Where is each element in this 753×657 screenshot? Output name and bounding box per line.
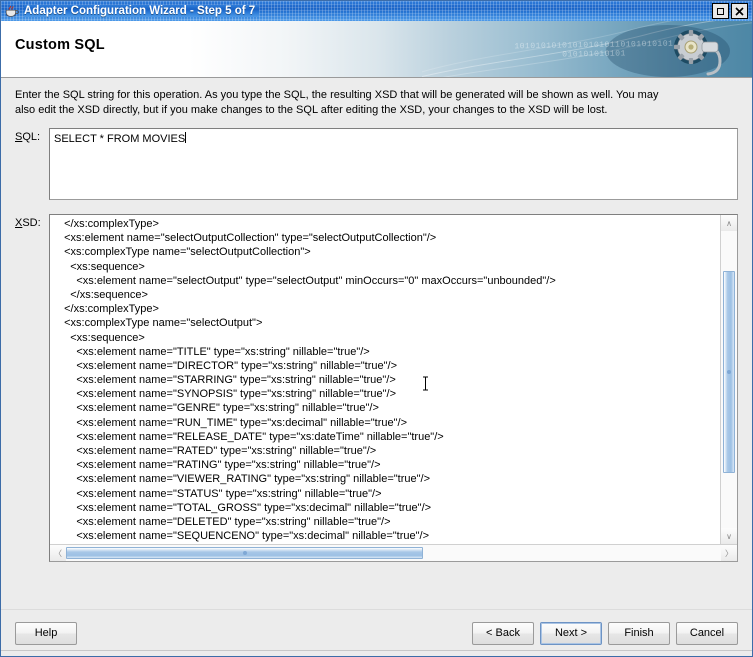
help-button-label: Help [34, 627, 58, 639]
sql-field-row: SQL: SELECT * FROM MOVIES [1, 128, 752, 200]
banner-binary-line-2: 010101010101 [562, 49, 626, 60]
cancel-button[interactable]: Cancel [676, 621, 738, 645]
xsd-label-rest: SD: [22, 217, 41, 229]
xsd-line: <xs:element name="selectOutput" type="se… [58, 274, 556, 287]
next-button[interactable]: Next > [540, 621, 602, 645]
xsd-line: <xs:element name="RATING" type="xs:strin… [58, 459, 381, 472]
sql-input[interactable]: SELECT * FROM MOVIES [49, 128, 738, 200]
xsd-editor-panel: </xs:complexType> <xs:element name="sele… [49, 214, 738, 562]
help-button[interactable]: Help [15, 621, 77, 645]
xsd-line: <xs:element name="RATED" type="xs:string… [58, 445, 377, 457]
xsd-line: <xs:element name="selectOutputCollection… [58, 232, 437, 245]
xsd-label: XSD: [15, 214, 49, 229]
xsd-line: <xs:element name="STARRING" type="xs:str… [58, 374, 396, 387]
xsd-line: <xs:element name="VIEWER_RATING" type="x… [58, 473, 431, 486]
xsd-textarea[interactable]: </xs:complexType> <xs:element name="sele… [50, 215, 720, 544]
title-bar[interactable]: Adapter Configuration Wizard - Step 5 of… [1, 1, 752, 21]
wizard-button-bar: Help < Back Next > Finish Cancel [1, 609, 752, 656]
vertical-scroll-track[interactable] [721, 231, 737, 528]
scroll-up-button[interactable]: ∧ [721, 215, 737, 231]
xsd-line: <xs:complexType name="selectOutputCollec… [58, 246, 311, 259]
xsd-line: <xs:sequence> [58, 260, 145, 273]
xsd-line: <xs:element name="TOTAL_GROSS" type="xs:… [58, 501, 432, 514]
horizontal-scroll-track[interactable] [66, 545, 721, 561]
xsd-horizontal-scrollbar[interactable]: 〈 〉 [50, 544, 737, 561]
cancel-button-label: Cancel [689, 627, 725, 639]
xsd-line: </xs:complexType> [58, 303, 159, 316]
close-window-button[interactable] [731, 3, 748, 19]
wizard-content: Enter the SQL string for this operation.… [1, 78, 752, 609]
xsd-line: <xs:element name="SEQUENCENO" type="xs:d… [58, 530, 430, 543]
xsd-line: <xs:element name="TITLE" type="xs:string… [58, 345, 370, 358]
window-controls [712, 3, 750, 19]
next-button-label: Next > [554, 627, 588, 639]
xsd-editor-main: </xs:complexType> <xs:element name="sele… [50, 215, 737, 544]
window-title: Adapter Configuration Wizard - Step 5 of… [24, 5, 260, 17]
vertical-scroll-thumb[interactable] [723, 271, 735, 473]
instructions-line-2: also edit the XSD directly, but if you m… [15, 104, 608, 116]
restore-window-button[interactable] [712, 3, 729, 19]
scroll-down-button[interactable]: ∨ [721, 528, 737, 544]
xsd-line: <xs:sequence> [58, 331, 145, 344]
wizard-banner: 101010101010101010110101010101 010101010… [1, 21, 752, 78]
status-bar [1, 650, 752, 656]
xsd-line: <xs:element name="RELEASE_DATE" type="xs… [58, 430, 444, 443]
java-coffee-cup-icon [4, 3, 20, 19]
gear-wrench-icon [674, 30, 722, 76]
instructions-text: Enter the SQL string for this operation.… [1, 78, 752, 122]
xsd-line: <xs:element name="STATUS" type="xs:strin… [58, 487, 382, 500]
xsd-line: <xs:element name="DELETED" type="xs:stri… [58, 515, 391, 528]
finish-button[interactable]: Finish [608, 621, 670, 645]
back-button[interactable]: < Back [472, 621, 534, 645]
close-icon [735, 6, 744, 16]
xsd-line: </xs:sequence> [58, 288, 148, 301]
xsd-line: <xs:element name="RUN_TIME" type="xs:dec… [58, 416, 407, 429]
xsd-line: <xs:element name="LAST_UPDATED" type="xs… [58, 543, 720, 544]
restore-icon [717, 7, 724, 15]
finish-button-label: Finish [624, 627, 654, 639]
banner-binary-text: 101010101010101010110101010101 010101010… [514, 40, 674, 61]
page-title: Custom SQL [15, 37, 105, 53]
xsd-field-row: XSD: </xs:complexType> <xs:element name=… [1, 214, 752, 562]
xsd-line: <xs:element name="SYNOPSIS" type="xs:str… [58, 388, 397, 401]
text-caret [185, 132, 187, 143]
back-button-label: < Back [486, 627, 520, 639]
xsd-line: <xs:element name="GENRE" type="xs:string… [58, 402, 379, 415]
sql-input-value: SELECT * FROM MOVIES [54, 133, 186, 145]
xsd-line: <xs:complexType name="selectOutput"> [58, 317, 263, 330]
xsd-line: <xs:element name="DIRECTOR" type="xs:str… [58, 359, 398, 372]
xsd-line: </xs:complexType> [58, 218, 159, 230]
scroll-right-button[interactable]: 〉 [721, 545, 737, 561]
horizontal-scroll-thumb[interactable] [66, 547, 423, 559]
scroll-left-button[interactable]: 〈 [50, 545, 66, 561]
sql-label: SQL: [15, 128, 49, 143]
instructions-line-1: Enter the SQL string for this operation.… [15, 89, 659, 101]
sql-label-rest: QL: [22, 131, 41, 143]
xsd-vertical-scrollbar[interactable]: ∧ ∨ [720, 215, 737, 544]
adapter-configuration-wizard-window: Adapter Configuration Wizard - Step 5 of… [0, 0, 753, 657]
